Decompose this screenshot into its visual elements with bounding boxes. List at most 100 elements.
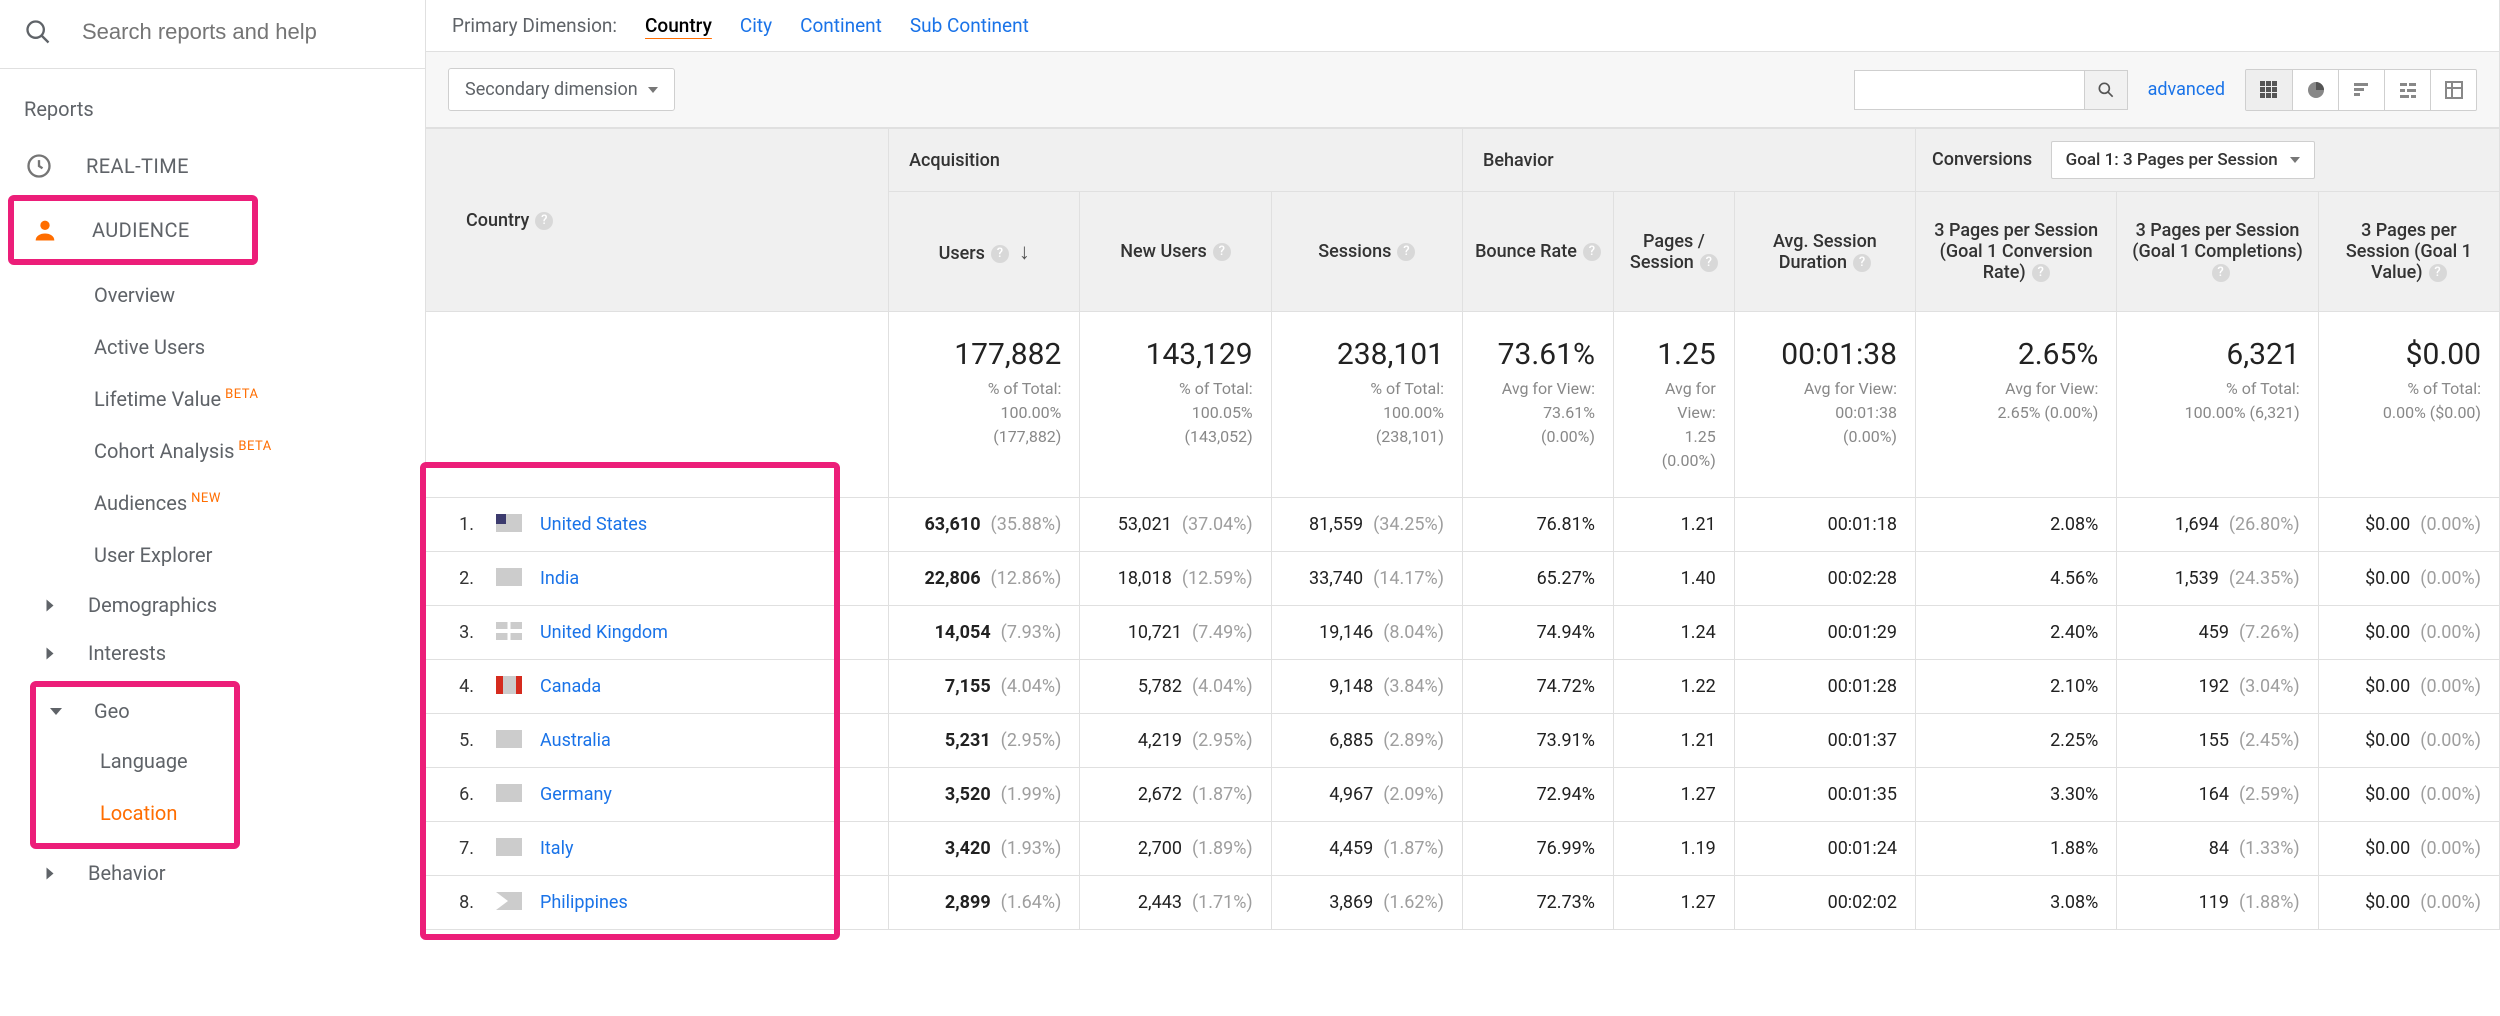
help-icon[interactable]: ? <box>2429 264 2447 282</box>
country-cell[interactable]: 1.United States <box>426 498 889 552</box>
nav-geo-label: Geo <box>94 699 130 723</box>
nav-behavior-label: Behavior <box>88 861 166 885</box>
nav-geo-language[interactable]: Language <box>36 735 234 787</box>
nav-audience[interactable]: AUDIENCE <box>14 203 252 257</box>
caret-right-icon <box>47 867 54 879</box>
sidebar-item-overview[interactable]: Overview <box>0 269 425 321</box>
country-cell[interactable]: 7.Italy <box>426 822 889 876</box>
caret-right-icon <box>47 599 54 611</box>
dimension-city[interactable]: City <box>740 14 772 37</box>
nav-realtime-label: REAL-TIME <box>86 154 189 178</box>
sidebar: Reports REAL-TIME AUDIENCE OverviewActiv… <box>0 0 425 930</box>
flag-icon <box>496 730 522 748</box>
help-icon[interactable]: ? <box>1213 243 1231 261</box>
search-icon <box>24 18 52 46</box>
table-row: 5.Australia5,231(2.95%)4,219(2.95%)6,885… <box>426 714 2500 768</box>
help-icon[interactable]: ? <box>991 245 1009 263</box>
metric-header[interactable]: Users?↓ <box>889 192 1080 312</box>
help-icon[interactable]: ? <box>2212 264 2230 282</box>
table-row: 4.Canada7,155(4.04%)5,782(4.04%)9,148(3.… <box>426 660 2500 714</box>
view-pie-button[interactable] <box>2292 70 2338 110</box>
acquisition-group: Acquisition <box>889 129 1463 192</box>
view-table-button[interactable] <box>2246 70 2292 110</box>
reports-label: Reports <box>0 69 425 139</box>
goal-select[interactable]: Goal 1: 3 Pages per Session <box>2051 141 2315 179</box>
help-icon[interactable]: ? <box>1853 254 1871 272</box>
view-bar-button[interactable] <box>2338 70 2384 110</box>
summary-cell: 143,129% of Total:100.05%(143,052) <box>1080 312 1271 498</box>
sidebar-item-cohort-analysis[interactable]: Cohort AnalysisBETA <box>0 425 425 477</box>
view-pivot-button[interactable] <box>2430 70 2476 110</box>
flag-icon <box>496 838 522 856</box>
dimension-country[interactable]: Country <box>645 14 712 37</box>
main-content: Primary Dimension: Country City Continent S… <box>425 0 2500 930</box>
country-cell[interactable]: 4.Canada <box>426 660 889 714</box>
metric-header[interactable]: Avg. Session Duration? <box>1734 192 1915 312</box>
sidebar-item-user-explorer[interactable]: User Explorer <box>0 529 425 581</box>
metric-header[interactable]: 3 Pages per Session (Goal 1 Conversion R… <box>1916 192 2117 312</box>
summary-cell: 00:01:38Avg for View:00:01:38(0.00%) <box>1734 312 1915 498</box>
country-cell[interactable]: 2.India <box>426 552 889 606</box>
table-filter-search-button[interactable] <box>2084 70 2128 110</box>
nav-behavior[interactable]: Behavior <box>0 849 425 897</box>
sidebar-item-audiences[interactable]: AudiencesNEW <box>0 477 425 529</box>
dimension-continent[interactable]: Continent <box>800 14 882 37</box>
table-group-header: Country? Acquisition Behavior Conversion… <box>426 129 2500 192</box>
metric-header[interactable]: New Users? <box>1080 192 1271 312</box>
country-cell[interactable]: 6.Germany <box>426 768 889 822</box>
nav-audience-label: AUDIENCE <box>92 218 190 242</box>
flag-icon <box>496 622 522 640</box>
caret-down-icon <box>648 87 658 93</box>
table-summary-row: 177,882% of Total:100.00%(177,882)143,12… <box>426 312 2500 498</box>
caret-right-icon <box>47 647 54 659</box>
metric-header[interactable]: Pages / Session? <box>1613 192 1734 312</box>
primary-dimension-label: Primary Dimension: <box>452 14 617 37</box>
flag-icon <box>496 514 522 532</box>
country-cell[interactable]: 3.United Kingdom <box>426 606 889 660</box>
person-icon <box>30 215 60 245</box>
table-row: 1.United States63,610(35.88%)53,021(37.0… <box>426 498 2500 552</box>
caret-down-icon <box>50 708 62 715</box>
secondary-dimension-button[interactable]: Secondary dimension <box>448 68 675 111</box>
help-icon[interactable]: ? <box>2032 264 2050 282</box>
country-cell[interactable]: 5.Australia <box>426 714 889 768</box>
help-icon[interactable]: ? <box>1583 243 1601 261</box>
metric-header[interactable]: 3 Pages per Session (Goal 1 Completions)… <box>2117 192 2318 312</box>
help-icon[interactable]: ? <box>1700 254 1718 272</box>
geo-highlight: Geo Language Location <box>30 681 240 849</box>
view-mode-buttons <box>2245 69 2477 111</box>
summary-cell: 2.65%Avg for View:2.65% (0.00%) <box>1916 312 2117 498</box>
behavior-group: Behavior <box>1462 129 1915 192</box>
table-row: 2.India22,806(12.86%)18,018(12.59%)33,74… <box>426 552 2500 606</box>
help-icon[interactable]: ? <box>1397 243 1415 261</box>
audience-highlight: AUDIENCE <box>8 195 258 265</box>
conversions-group: Conversions Goal 1: 3 Pages per Session <box>1916 129 2500 192</box>
dimension-sub-continent[interactable]: Sub Continent <box>910 14 1029 37</box>
summary-cell: 177,882% of Total:100.00%(177,882) <box>889 312 1080 498</box>
goal-select-label: Goal 1: 3 Pages per Session <box>2066 150 2278 170</box>
table-filter-input[interactable] <box>1854 70 2084 110</box>
sidebar-item-interests[interactable]: Interests <box>0 629 425 677</box>
table-row: 7.Italy3,420(1.93%)2,700(1.89%)4,459(1.8… <box>426 822 2500 876</box>
summary-cell: 1.25Avg for View:1.25(0.00%) <box>1613 312 1734 498</box>
metric-header[interactable]: 3 Pages per Session (Goal 1 Value)? <box>2318 192 2499 312</box>
summary-cell: 6,321% of Total:100.00% (6,321) <box>2117 312 2318 498</box>
nav-geo-location[interactable]: Location <box>36 787 234 839</box>
clock-icon <box>24 151 54 181</box>
country-header[interactable]: Country? <box>426 129 889 312</box>
sidebar-item-demographics[interactable]: Demographics <box>0 581 425 629</box>
metric-header[interactable]: Sessions? <box>1271 192 1462 312</box>
country-cell[interactable]: 8.Philippines <box>426 876 889 930</box>
sidebar-item-lifetime-value[interactable]: Lifetime ValueBETA <box>0 373 425 425</box>
advanced-filter-link[interactable]: advanced <box>2148 79 2225 100</box>
view-comparison-button[interactable] <box>2384 70 2430 110</box>
table-row: 3.United Kingdom14,054(7.93%)10,721(7.49… <box>426 606 2500 660</box>
help-icon[interactable]: ? <box>535 212 553 230</box>
table-filter <box>1854 70 2128 110</box>
sidebar-search-input[interactable] <box>82 19 382 45</box>
nav-geo[interactable]: Geo <box>36 687 234 735</box>
nav-realtime[interactable]: REAL-TIME <box>0 139 425 193</box>
sidebar-item-active-users[interactable]: Active Users <box>0 321 425 373</box>
primary-dimension-bar: Primary Dimension: Country City Continent S… <box>425 0 2500 52</box>
metric-header[interactable]: Bounce Rate? <box>1462 192 1613 312</box>
